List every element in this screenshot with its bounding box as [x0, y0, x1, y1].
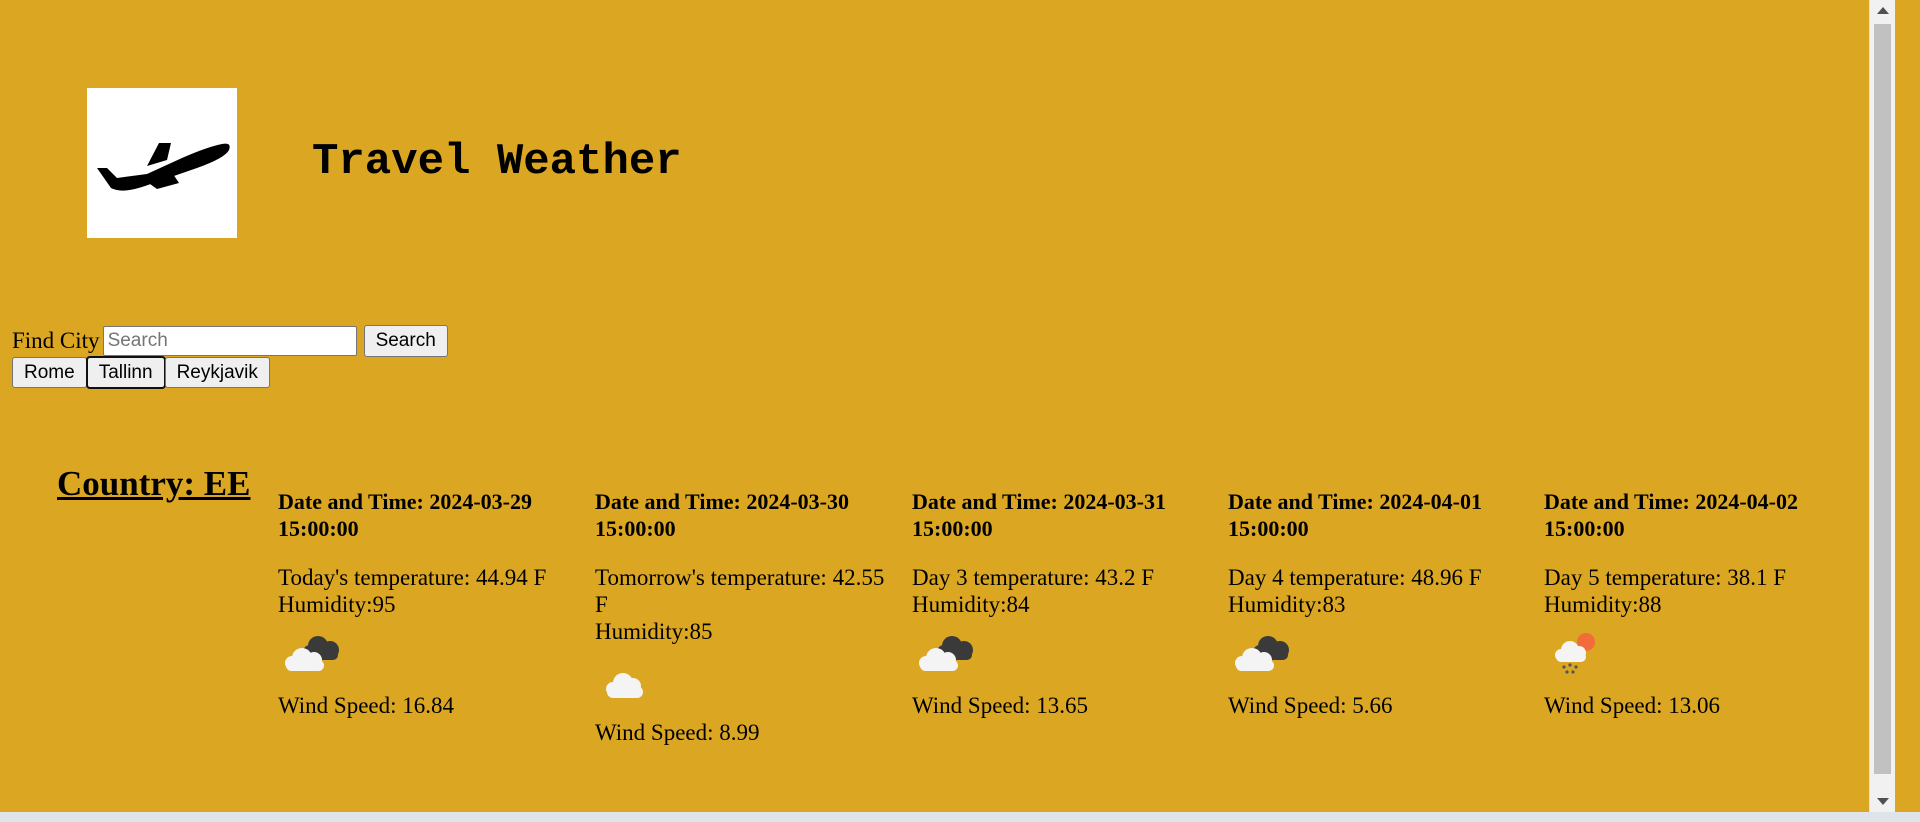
logo: [87, 88, 237, 238]
forecast-day-3: Date and Time: 2024-03-31 15:00:00 Day 3…: [912, 488, 1202, 719]
forecast-day-2: Date and Time: 2024-03-30 15:00:00 Tomor…: [595, 488, 885, 746]
forecast-wind: Wind Speed: 13.06: [1544, 693, 1721, 718]
forecast-humidity: Humidity:84: [912, 592, 1030, 617]
forecast-temperature: Day 3 temperature: 43.2 F: [912, 565, 1155, 590]
city-button-rome[interactable]: Rome: [12, 357, 87, 388]
forecast-day-1: Date and Time: 2024-03-29 15:00:00 Today…: [278, 488, 568, 719]
forecast-humidity: Humidity:88: [1544, 592, 1662, 617]
scroll-up-arrow-icon[interactable]: [1877, 7, 1889, 14]
forecast-humidity: Humidity:95: [278, 592, 396, 617]
city-button-tallinn[interactable]: Tallinn: [85, 356, 166, 389]
forecast-day-4: Date and Time: 2024-04-01 15:00:00 Day 4…: [1228, 488, 1518, 719]
forecast-datetime: Date and Time: 2024-04-02 15:00:00: [1544, 489, 1799, 541]
cloud-icon: [595, 655, 665, 705]
vertical-scrollbar[interactable]: [1869, 0, 1895, 812]
sun-snow-icon: [1544, 628, 1614, 678]
forecast-wind: Wind Speed: 16.84: [278, 693, 455, 718]
scroll-down-arrow-icon[interactable]: [1877, 798, 1889, 805]
app-title: Travel Weather: [312, 137, 682, 187]
forecast-temperature: Day 5 temperature: 38.1 F: [1544, 565, 1787, 590]
broken-clouds-icon: [912, 628, 982, 678]
forecast-wind: Wind Speed: 5.66: [1228, 693, 1393, 718]
forecast-day-5: Date and Time: 2024-04-02 15:00:00 Day 5…: [1544, 488, 1834, 719]
country-heading: Country: EE: [57, 464, 251, 503]
scrollbar-thumb[interactable]: [1874, 24, 1891, 774]
forecast-datetime: Date and Time: 2024-03-29 15:00:00: [278, 489, 533, 541]
forecast-datetime: Date and Time: 2024-04-01 15:00:00: [1228, 489, 1483, 541]
forecast-temperature: Today's temperature: 44.94 F: [278, 565, 547, 590]
forecast-temperature: Day 4 temperature: 48.96 F: [1228, 565, 1482, 590]
forecast-wind: Wind Speed: 13.65: [912, 693, 1089, 718]
forecast-humidity: Humidity:83: [1228, 592, 1346, 617]
broken-clouds-icon: [1228, 628, 1298, 678]
search-button[interactable]: Search: [363, 325, 448, 357]
find-city-label: Find City: [12, 328, 100, 353]
page: Travel Weather Find City Search Rome Tal…: [0, 0, 1895, 812]
forecast-humidity: Humidity:85: [595, 619, 713, 644]
search-row: Find City Search: [12, 325, 448, 357]
city-button-reykjavik[interactable]: Reykjavik: [164, 357, 270, 388]
recent-cities: Rome Tallinn Reykjavik: [12, 356, 270, 389]
forecast-temperature: Tomorrow's temperature: 42.55 F: [595, 565, 885, 617]
forecast-wind: Wind Speed: 8.99: [595, 720, 760, 745]
search-input[interactable]: [102, 326, 357, 356]
bottom-strip: [0, 812, 1920, 822]
airplane-takeoff-icon: [97, 143, 230, 191]
forecast-datetime: Date and Time: 2024-03-31 15:00:00: [912, 489, 1167, 541]
forecast-datetime: Date and Time: 2024-03-30 15:00:00: [595, 489, 850, 541]
broken-clouds-icon: [278, 628, 348, 678]
